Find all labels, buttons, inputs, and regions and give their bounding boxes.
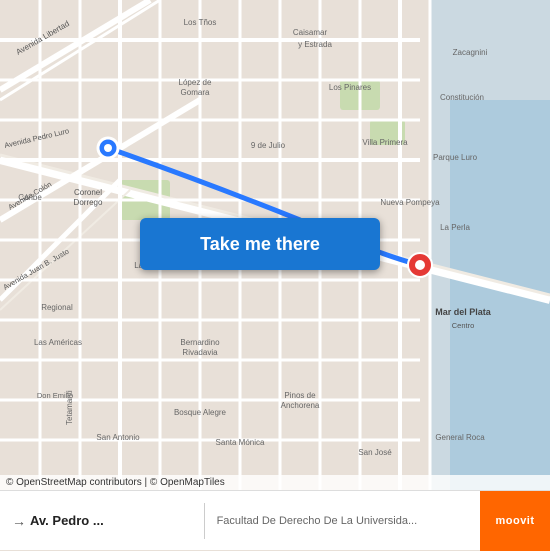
svg-text:Caribe: Caribe xyxy=(18,193,42,202)
svg-text:San José: San José xyxy=(358,448,392,457)
svg-text:La Perla: La Perla xyxy=(440,223,470,232)
map-attribution: © OpenStreetMap contributors | © OpenMap… xyxy=(0,475,550,490)
svg-text:Los Pinares: Los Pinares xyxy=(329,83,371,92)
svg-text:Rivadavia: Rivadavia xyxy=(182,348,218,357)
take-me-there-button[interactable]: Take me there xyxy=(140,218,380,270)
from-arrow-icon: → xyxy=(12,513,26,529)
svg-text:Caisamar: Caisamar xyxy=(293,28,328,37)
svg-text:Anchorena: Anchorena xyxy=(281,401,320,410)
svg-text:Regional: Regional xyxy=(41,303,73,312)
svg-text:López de: López de xyxy=(179,78,212,87)
map-container: Avenida Libertad Avenida Pedro Luro Aven… xyxy=(0,0,550,490)
svg-text:Mar del Plata: Mar del Plata xyxy=(435,307,492,317)
svg-text:Pinos de: Pinos de xyxy=(284,391,316,400)
moovit-label: moovit xyxy=(495,515,534,527)
svg-text:9 de Julio: 9 de Julio xyxy=(251,141,286,150)
svg-text:Coronel: Coronel xyxy=(74,188,102,197)
svg-text:General Roca: General Roca xyxy=(435,433,485,442)
svg-text:Villa Primera: Villa Primera xyxy=(362,138,408,147)
svg-text:Centro: Centro xyxy=(452,321,475,330)
from-value: Av. Pedro ... xyxy=(30,513,104,528)
svg-text:y Estrada: y Estrada xyxy=(298,40,332,49)
to-value: Facultad De Derecho De La Universida... xyxy=(217,515,468,527)
svg-text:Bosque Alegre: Bosque Alegre xyxy=(174,408,227,417)
svg-text:Bernardino: Bernardino xyxy=(180,338,220,347)
svg-text:Las Américas: Las Américas xyxy=(34,338,82,347)
moovit-logo: moovit xyxy=(480,491,550,551)
svg-text:Tetamanti: Tetamanti xyxy=(65,390,74,425)
svg-text:Dorrego: Dorrego xyxy=(74,198,103,207)
attribution-text: © OpenStreetMap contributors | © OpenMap… xyxy=(6,477,225,488)
svg-text:Gomara: Gomara xyxy=(181,88,210,97)
svg-text:Los Tños: Los Tños xyxy=(184,18,217,27)
to-section: Facultad De Derecho De La Universida... xyxy=(205,515,480,527)
svg-text:Santa Mónica: Santa Mónica xyxy=(216,438,265,447)
svg-text:Parque Luro: Parque Luro xyxy=(433,153,478,162)
bottom-bar: → Av. Pedro ... Facultad De Derecho De L… xyxy=(0,490,550,550)
svg-text:San Antonio: San Antonio xyxy=(96,433,140,442)
svg-text:Constitución: Constitución xyxy=(440,93,484,102)
from-section: → Av. Pedro ... xyxy=(0,513,204,529)
svg-text:Nueva Pompeya: Nueva Pompeya xyxy=(380,198,440,207)
svg-text:Zacagnini: Zacagnini xyxy=(453,48,488,57)
